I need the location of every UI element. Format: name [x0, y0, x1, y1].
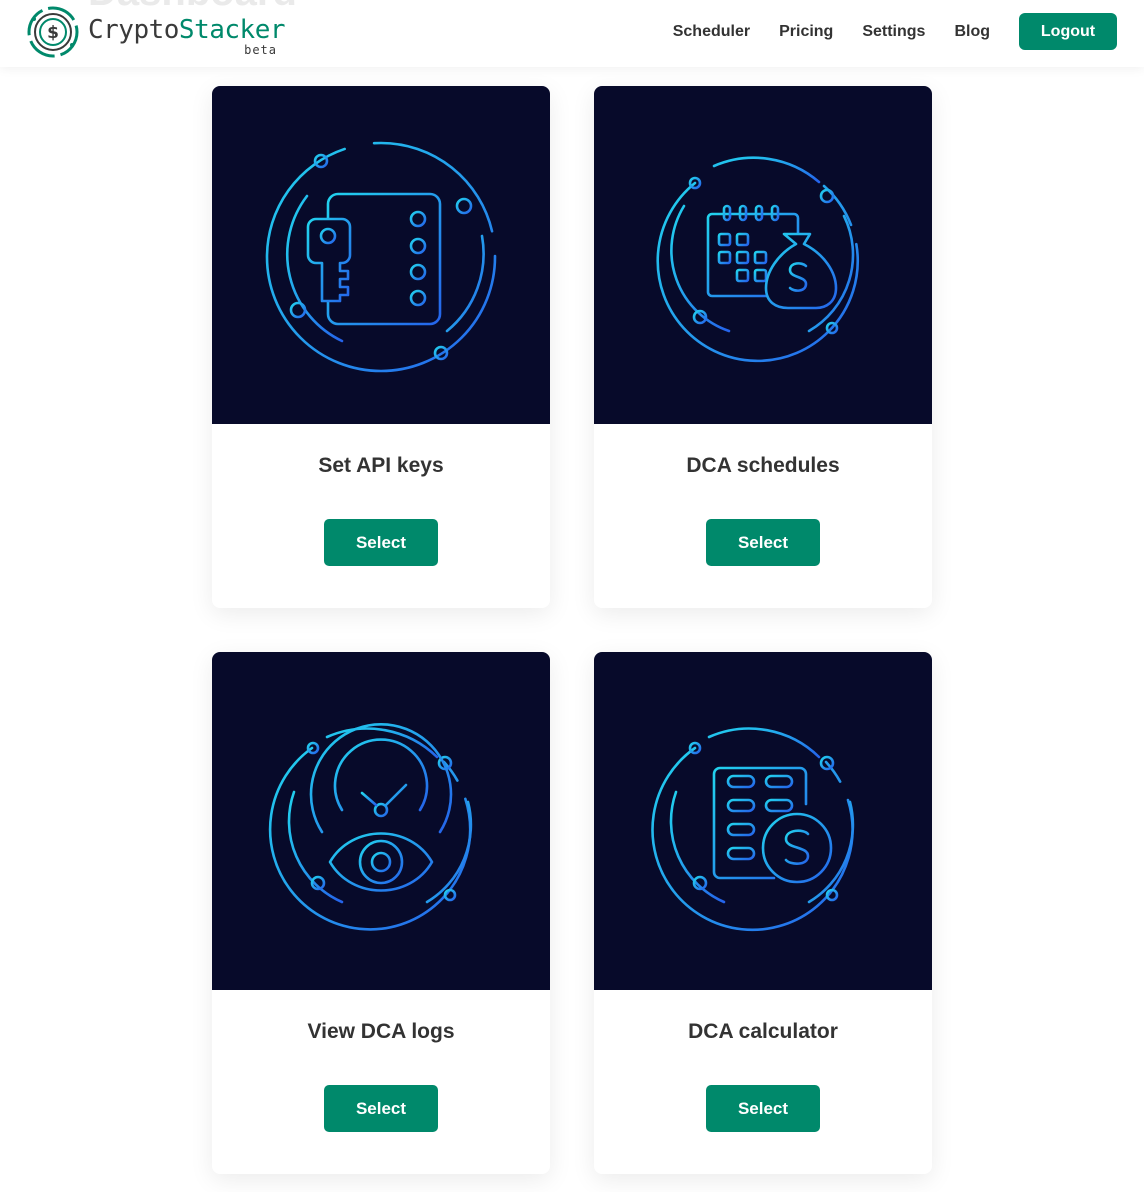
select-button[interactable]: Select [706, 519, 820, 566]
dollar-coin-circuit-icon: $ [27, 6, 79, 58]
select-button[interactable]: Select [706, 1085, 820, 1132]
clock-eye-icon [268, 723, 473, 931]
card-dca-calculator: DCA calculator Select [594, 652, 932, 1174]
nav-scheduler[interactable]: Scheduler [673, 23, 750, 41]
card-title: DCA calculator [688, 1020, 838, 1043]
card-image [212, 86, 550, 424]
select-button[interactable]: Select [324, 1085, 438, 1132]
card-image [594, 652, 932, 990]
api-key-list-icon [265, 141, 497, 373]
card-image [212, 652, 550, 990]
nav-pricing[interactable]: Pricing [779, 23, 833, 41]
card-view-dca-logs: View DCA logs Select [212, 652, 550, 1174]
brand-word-main: Crypto [88, 15, 179, 45]
logout-button[interactable]: Logout [1019, 13, 1117, 50]
nav-settings[interactable]: Settings [862, 23, 925, 41]
beta-badge: beta [244, 43, 277, 57]
card-title: View DCA logs [307, 1020, 455, 1043]
card-set-api-keys: Set API keys Select [212, 86, 550, 608]
card-title: DCA schedules [686, 454, 840, 477]
calculator-dollar-icon [651, 727, 855, 932]
card-image [594, 86, 932, 424]
card-dca-schedules: DCA schedules Select [594, 86, 932, 608]
calendar-money-bag-icon [656, 156, 860, 363]
main-nav: Scheduler Pricing Settings Blog Logout [673, 13, 1117, 50]
nav-blog[interactable]: Blog [954, 23, 990, 41]
select-button[interactable]: Select [324, 519, 438, 566]
card-title: Set API keys [318, 454, 444, 477]
brand-word-accent: Stacker [178, 15, 286, 45]
brand-wordmark: CryptoStacker beta [88, 15, 286, 56]
page-heading: Dashboard [88, 0, 297, 15]
svg-text:$: $ [47, 23, 59, 43]
